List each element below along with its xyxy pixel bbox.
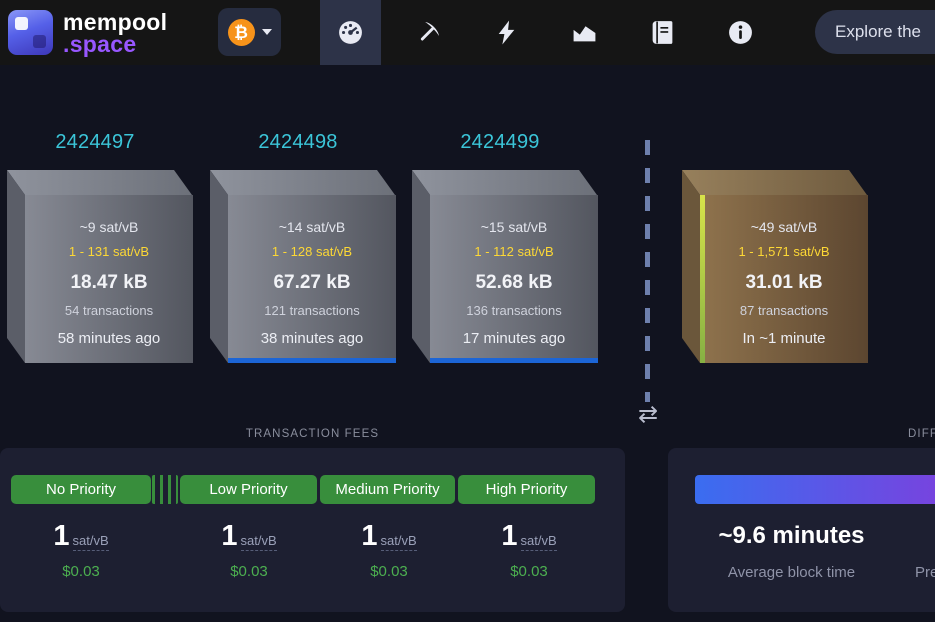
fee-unit: sat/vB [521, 533, 557, 551]
block-time: 17 minutes ago [463, 330, 566, 347]
block-fee-range: 1 - 131 sat/vB [69, 244, 149, 259]
fee-estimate: 1sat/vB $0.03 [329, 520, 449, 580]
tab-docs[interactable] [632, 0, 693, 65]
fee-estimate: 1sat/vB $0.03 [21, 520, 141, 580]
logo[interactable]: mempool .space [8, 10, 167, 55]
logo-text: mempool .space [63, 11, 167, 55]
fee-estimate: 1sat/vB $0.03 [189, 520, 309, 580]
lightning-bolt-icon [493, 19, 520, 46]
average-block-time-label: Average block time [668, 564, 915, 581]
block-front-face: ~49 sat/vB 1 - 1,571 sat/vB 31.01 kB 87 … [700, 195, 868, 363]
block-size: 67.27 kB [273, 272, 350, 294]
navbar: mempool .space ₿ [0, 0, 935, 65]
transaction-fees-title: TRANSACTION FEES [0, 428, 625, 440]
fee-estimate: 1sat/vB $0.03 [469, 520, 589, 580]
block-height-link[interactable]: 2424497 [25, 131, 165, 154]
tab-lightning[interactable] [476, 0, 537, 65]
book-icon [649, 19, 676, 46]
block-tx-count: 87 transactions [740, 303, 828, 318]
block-size: 18.47 kB [70, 272, 147, 294]
block-eta: In ~1 minute [743, 330, 826, 347]
fee-rate: 1sat/vB [329, 520, 449, 553]
dashboard-gauge-icon [337, 19, 364, 46]
fee-usd: $0.03 [329, 563, 449, 580]
nav-tabs [320, 0, 788, 65]
swap-arrows-icon: ⇄ [632, 403, 664, 427]
transaction-fees-card: No Priority Low Priority Medium Priority… [0, 448, 625, 612]
confirmed-block[interactable]: ~15 sat/vB 1 - 112 sat/vB 52.68 kB 136 t… [412, 170, 598, 363]
chain-divider [645, 140, 650, 402]
block-tx-count: 136 transactions [466, 303, 561, 318]
block-time: 38 minutes ago [261, 330, 364, 347]
block-progress-bar [430, 358, 598, 363]
block-median-fee: ~14 sat/vB [279, 219, 346, 235]
block-front-face: ~9 sat/vB 1 - 131 sat/vB 18.47 kB 54 tra… [25, 195, 193, 363]
tab-mining[interactable] [398, 0, 459, 65]
bitcoin-icon: ₿ [228, 19, 255, 46]
logo-text-mempool: mempool [63, 11, 167, 33]
pickaxe-icon [415, 19, 442, 46]
block-time: 58 minutes ago [58, 330, 161, 347]
mempool-logo-icon [8, 10, 53, 55]
pending-block[interactable]: ~49 sat/vB 1 - 1,571 sat/vB 31.01 kB 87 … [682, 170, 868, 363]
logo-text-space: .space [63, 33, 167, 55]
area-chart-icon [571, 19, 598, 46]
block-size: 31.01 kB [745, 272, 822, 294]
block-median-fee: ~9 sat/vB [80, 219, 139, 235]
block-tx-count: 54 transactions [65, 303, 153, 318]
fee-usd: $0.03 [469, 563, 589, 580]
fee-priority-badge: Low Priority [180, 475, 317, 504]
network-selector-dropdown[interactable]: ₿ [218, 8, 281, 56]
fee-usd: $0.03 [189, 563, 309, 580]
block-median-fee: ~15 sat/vB [481, 219, 548, 235]
block-median-fee: ~49 sat/vB [751, 219, 818, 235]
tab-graphs[interactable] [554, 0, 615, 65]
fee-unit: sat/vB [381, 533, 417, 551]
block-front-face: ~15 sat/vB 1 - 112 sat/vB 52.68 kB 136 t… [430, 195, 598, 363]
block-size: 52.68 kB [475, 272, 552, 294]
confirmed-block[interactable]: ~14 sat/vB 1 - 128 sat/vB 67.27 kB 121 t… [210, 170, 396, 363]
fee-priority-badge: Medium Priority [320, 475, 455, 504]
block-height-link[interactable]: 2424499 [430, 131, 570, 154]
block-tx-count: 121 transactions [264, 303, 359, 318]
difficulty-adjustment-card: ~9.6 minutes Average block time Pre [668, 448, 935, 612]
block-fee-range: 1 - 128 sat/vB [272, 244, 352, 259]
fee-usd: $0.03 [21, 563, 141, 580]
block-progress-bar [228, 358, 396, 363]
fee-divider-stripes [152, 475, 178, 504]
block-front-face: ~14 sat/vB 1 - 128 sat/vB 67.27 kB 121 t… [228, 195, 396, 363]
fee-rate: 1sat/vB [21, 520, 141, 553]
chevron-down-icon [262, 29, 272, 35]
block-fee-range: 1 - 112 sat/vB [474, 244, 553, 259]
fee-unit: sat/vB [73, 533, 109, 551]
confirmed-block[interactable]: ~9 sat/vB 1 - 131 sat/vB 18.47 kB 54 tra… [7, 170, 193, 363]
fee-priority-badge: High Priority [458, 475, 595, 504]
blockchain-dashboard: 2424497 2424498 2424499 ~9 sat/vB 1 - 13… [0, 65, 935, 622]
difficulty-title: DIFF [908, 428, 935, 440]
fee-rate: 1sat/vB [469, 520, 589, 553]
average-block-time-value: ~9.6 minutes [668, 522, 915, 550]
tab-dashboard[interactable] [320, 0, 381, 65]
block-fee-range: 1 - 1,571 sat/vB [738, 244, 829, 259]
search-input[interactable] [815, 10, 935, 54]
fee-priority-badge: No Priority [11, 475, 151, 504]
difficulty-progress-bar [695, 475, 935, 504]
block-height-link[interactable]: 2424498 [228, 131, 368, 154]
previous-retarget-label: Pre [915, 564, 935, 581]
fee-unit: sat/vB [241, 533, 277, 551]
tab-about[interactable] [710, 0, 771, 65]
info-icon [727, 19, 754, 46]
fee-rate: 1sat/vB [189, 520, 309, 553]
